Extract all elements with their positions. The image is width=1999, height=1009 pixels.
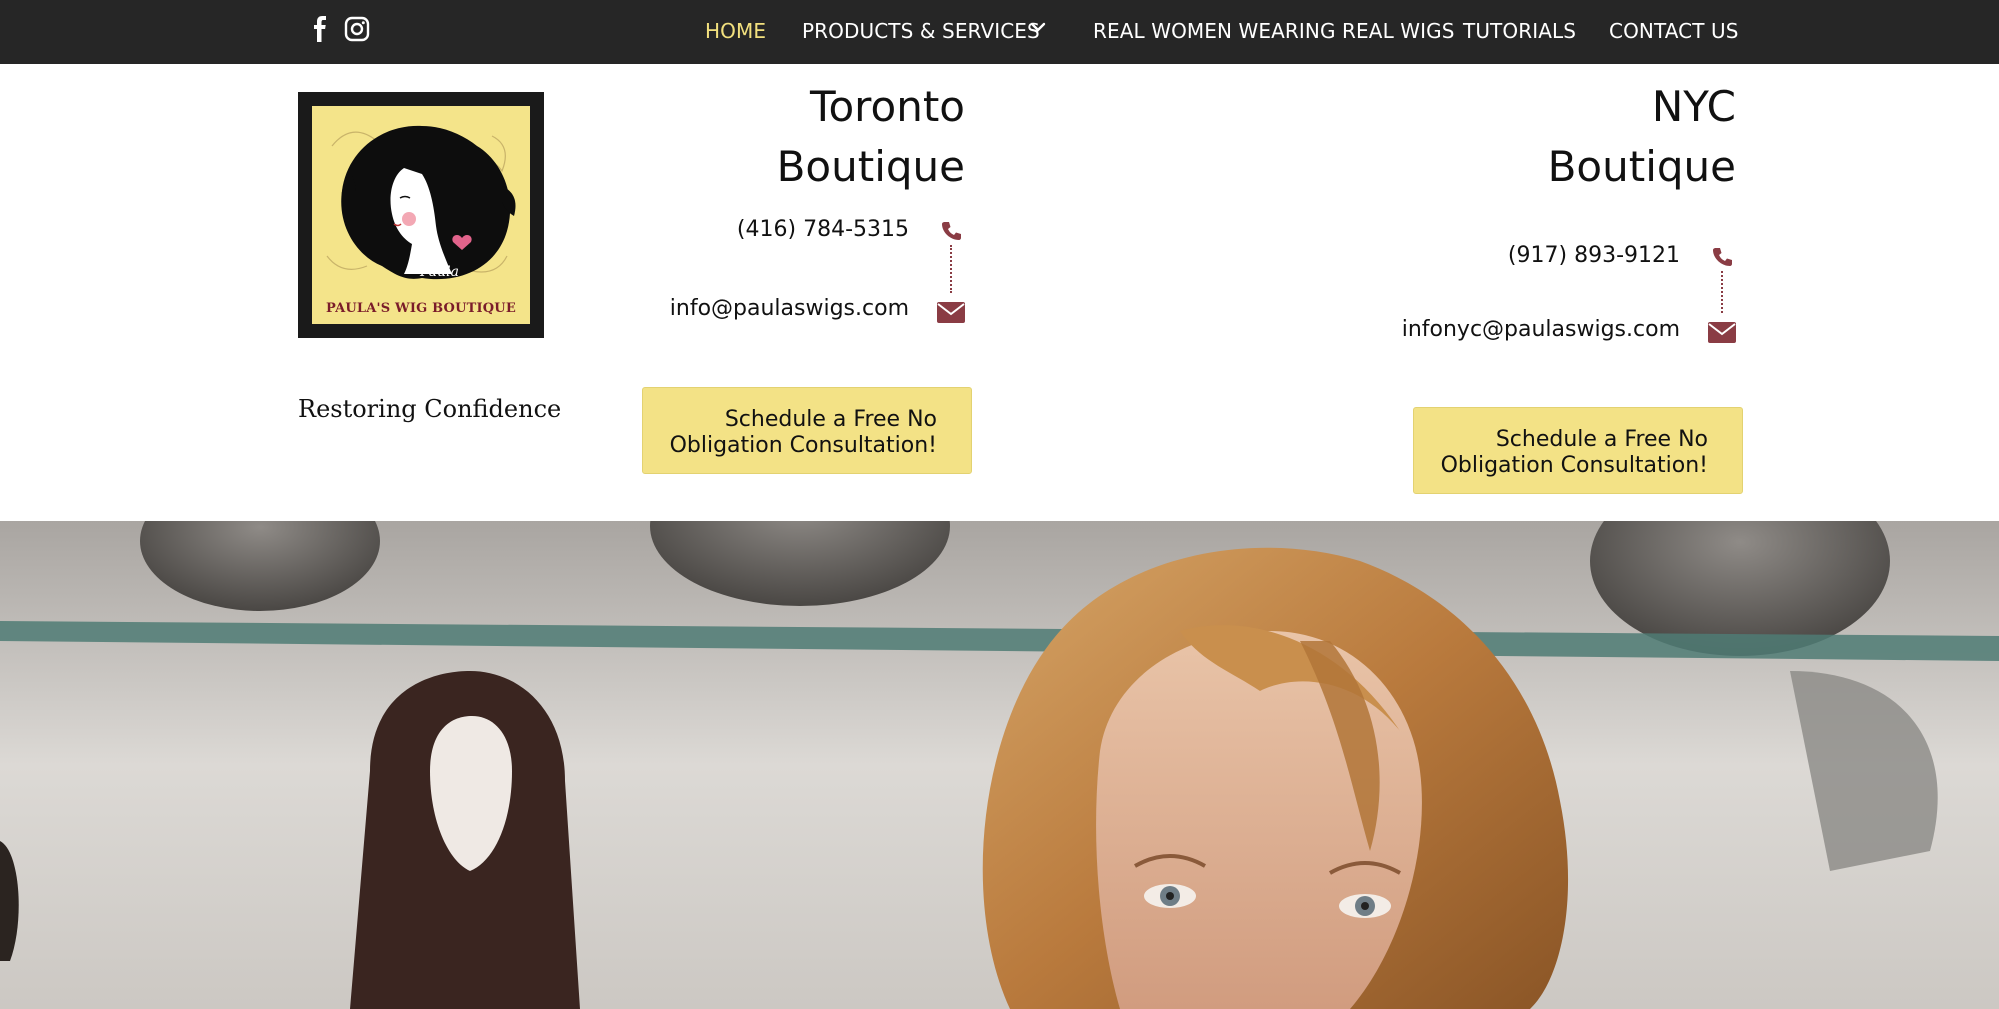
nav-real-women[interactable]: REAL WOMEN WEARING REAL WIGS <box>1093 19 1455 43</box>
envelope-icon <box>937 302 965 323</box>
logo-signature: Paula <box>420 264 459 280</box>
hero-photo <box>0 521 1999 1009</box>
phone-icon <box>942 222 961 240</box>
instagram-icon[interactable] <box>344 16 370 42</box>
toronto-title-line2: Boutique <box>776 142 965 191</box>
nav-tutorials[interactable]: TUTORIALS <box>1463 19 1576 43</box>
logo-artwork: Paula PAULA'S WIG BOUTIQUE <box>312 106 530 324</box>
toronto-consultation-button[interactable]: Schedule a Free No Obligation Consultati… <box>642 387 972 474</box>
envelope-icon <box>1708 322 1736 343</box>
nyc-title-line2: Boutique <box>1547 142 1736 191</box>
hero-image <box>0 521 1999 1009</box>
woman-silhouette-icon <box>326 125 516 280</box>
nyc-phone[interactable]: (917) 893-9121 <box>1180 243 1680 268</box>
chevron-down-icon[interactable] <box>1029 18 1047 36</box>
facebook-icon[interactable] <box>310 16 330 42</box>
nyc-consultation-button[interactable]: Schedule a Free No Obligation Consultati… <box>1413 407 1743 494</box>
toronto-title-line1: Toronto <box>809 82 965 131</box>
nyc-email[interactable]: infonyc@paulaswigs.com <box>1180 317 1680 342</box>
tagline: Restoring Confidence <box>298 395 562 423</box>
top-nav-bar: HOME PRODUCTS & SERVICES REAL WOMEN WEAR… <box>0 0 1999 64</box>
nav-contact-us[interactable]: CONTACT US <box>1609 19 1739 43</box>
contact-divider <box>1721 271 1723 313</box>
nav-home[interactable]: HOME <box>705 19 766 43</box>
phone-icon <box>1713 248 1732 266</box>
toronto-email[interactable]: info@paulaswigs.com <box>409 296 909 321</box>
contact-divider <box>950 245 952 293</box>
toronto-phone[interactable]: (416) 784-5315 <box>409 217 909 242</box>
nav-products-services[interactable]: PRODUCTS & SERVICES <box>802 19 1040 43</box>
nyc-title-line1: NYC <box>1651 82 1736 131</box>
